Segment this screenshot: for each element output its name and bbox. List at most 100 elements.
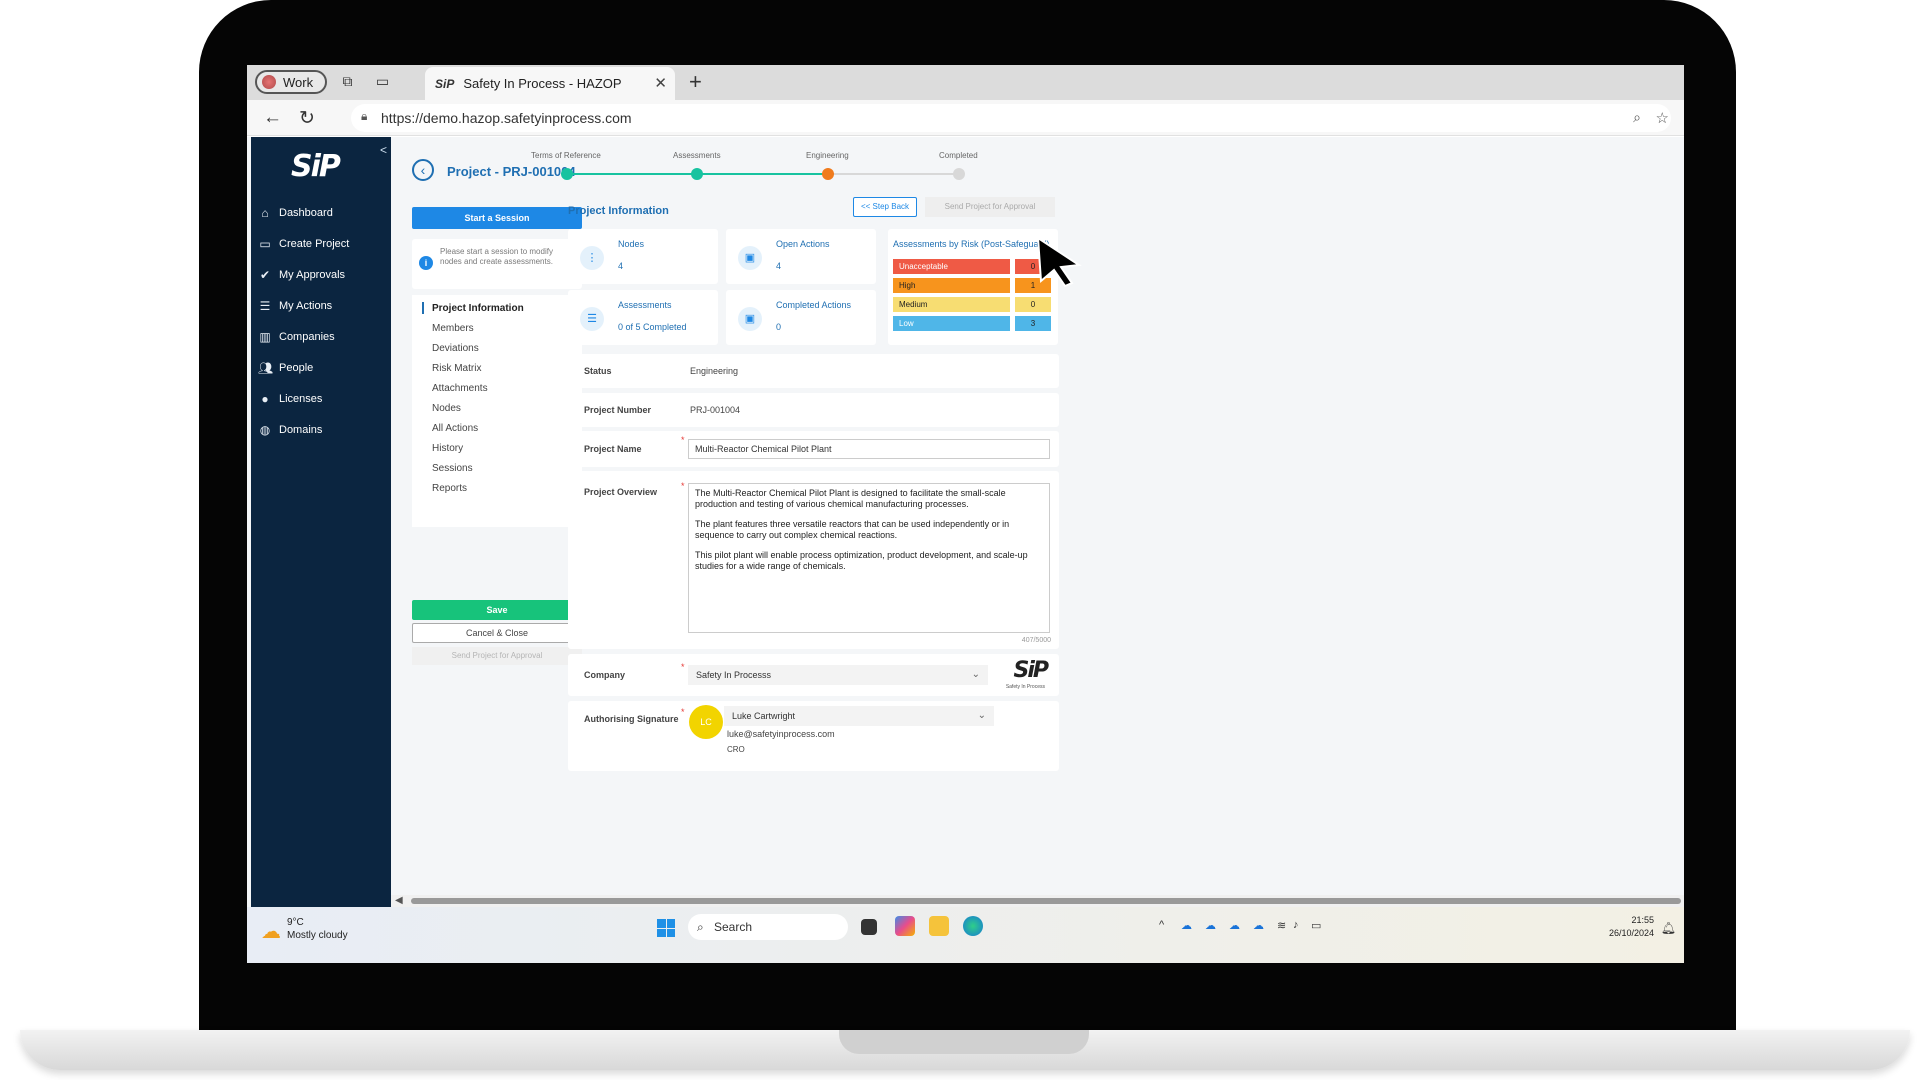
menu-item-members[interactable]: Members xyxy=(432,323,474,334)
scrollbar-thumb[interactable] xyxy=(411,898,1681,904)
sidebar-item-label: People xyxy=(279,361,314,374)
copilot-icon[interactable] xyxy=(895,916,915,936)
menu-item-history[interactable]: History xyxy=(432,443,463,454)
close-tab-icon[interactable]: ✕ xyxy=(654,74,667,92)
weather-cloud-icon[interactable]: ☁ xyxy=(261,919,281,944)
onedrive-icon[interactable]: ☁ xyxy=(1181,919,1192,932)
status-value: Engineering xyxy=(690,366,739,376)
back-circle-icon[interactable]: ‹ xyxy=(412,159,434,181)
signer-name: Luke Cartwright xyxy=(732,711,796,721)
clock-time[interactable]: 21:55 xyxy=(1631,915,1654,925)
company-value: Safety In Processs xyxy=(696,670,772,680)
license-icon: ● xyxy=(261,391,269,406)
back-arrow-icon[interactable]: ← xyxy=(263,107,282,129)
zoom-icon[interactable]: ⌕ xyxy=(1633,109,1641,126)
overview-paragraph: The Multi-Reactor Chemical Pilot Plant i… xyxy=(695,488,1006,509)
menu-item-reports[interactable]: Reports xyxy=(432,483,467,494)
field-label: Status xyxy=(584,366,612,376)
sidebar-item-dashboard[interactable]: ⌂ Dashboard xyxy=(251,197,391,228)
laptop-notch xyxy=(839,1030,1089,1054)
send-approval-button[interactable]: Send Project for Approval xyxy=(925,197,1055,217)
authorising-signature-row: Authorising Signature * LC Luke Cartwrig… xyxy=(568,701,1059,771)
favorite-star-icon[interactable]: ☆ xyxy=(1656,109,1669,127)
profile-button[interactable]: Work xyxy=(255,70,327,94)
weather-description: Mostly cloudy xyxy=(287,930,348,941)
taskbar-search[interactable]: ⌕ Search xyxy=(688,914,848,940)
menu-item-attachments[interactable]: Attachments xyxy=(432,383,488,394)
app-logo: SiP xyxy=(291,149,341,184)
screen: Work ⧉ ▭ SiP Safety In Process - HAZOP ✕… xyxy=(247,65,1684,963)
step-line-pending xyxy=(828,173,959,175)
character-counter: 407/5000 xyxy=(1021,637,1051,644)
project-name-input[interactable]: Multi-Reactor Chemical Pilot Plant xyxy=(688,439,1050,459)
scroll-left-icon[interactable]: ◀ xyxy=(395,895,403,906)
wifi-icon[interactable]: ≋ xyxy=(1277,919,1286,932)
menu-item-project-information[interactable]: Project Information xyxy=(432,303,524,314)
sidebar-item-my-actions[interactable]: ☰ My Actions xyxy=(251,290,391,321)
refresh-icon[interactable]: ↻ xyxy=(299,107,315,130)
menu-item-nodes[interactable]: Nodes xyxy=(432,403,461,414)
onedrive-icon[interactable]: ☁ xyxy=(1253,919,1264,932)
sidebar-item-domains[interactable]: ◍ Domains xyxy=(251,414,391,445)
menu-item-all-actions[interactable]: All Actions xyxy=(432,423,478,434)
tab-actions-icon[interactable]: ▭ xyxy=(374,73,391,90)
task-view-icon[interactable] xyxy=(861,919,877,935)
sidebar-item-create-project[interactable]: ▭ Create Project xyxy=(251,228,391,259)
url-field[interactable]: 🔒︎ https://demo.hazop.safetyinprocess.co… xyxy=(351,104,1671,132)
menu-item-sessions[interactable]: Sessions xyxy=(432,463,473,474)
tab-favicon-icon: SiP xyxy=(435,76,455,91)
show-hidden-icons-icon[interactable]: ^ xyxy=(1159,919,1164,931)
send-approval-button-disabled[interactable]: Send Project for Approval xyxy=(412,647,582,665)
tab-title: Safety In Process - HAZOP xyxy=(463,76,622,91)
edge-browser-icon[interactable] xyxy=(963,916,983,936)
project-overview-textarea[interactable]: The Multi-Reactor Chemical Pilot Plant i… xyxy=(688,483,1050,633)
company-select[interactable]: Safety In Processs ⌄ xyxy=(688,665,988,685)
sidebar-item-my-approvals[interactable]: ✔ My Approvals xyxy=(251,259,391,290)
workspaces-icon[interactable]: ⧉ xyxy=(339,73,356,90)
collapse-sidebar-icon[interactable]: < xyxy=(380,143,387,157)
step-dot-terms xyxy=(561,168,573,180)
overview-paragraph: This pilot plant will enable process opt… xyxy=(695,550,1028,571)
save-button[interactable]: Save xyxy=(412,600,582,620)
sidebar-item-licenses[interactable]: ● Licenses xyxy=(251,383,391,414)
project-number-value: PRJ-001004 xyxy=(690,405,741,415)
file-explorer-icon[interactable] xyxy=(929,916,949,936)
menu-item-deviations[interactable]: Deviations xyxy=(432,343,479,354)
cancel-close-button[interactable]: Cancel & Close xyxy=(412,623,582,643)
new-tab-button[interactable]: + xyxy=(689,69,702,95)
horizontal-scrollbar[interactable]: ◀ xyxy=(391,895,1684,907)
sidebar-item-people[interactable]: 👥︎ People xyxy=(251,352,391,383)
sidebar-item-label: Companies xyxy=(279,330,335,343)
step-label: Completed xyxy=(939,151,978,160)
info-box: i Please start a session to modify nodes… xyxy=(412,239,582,289)
step-label: Assessments xyxy=(673,151,721,160)
step-label: Terms of Reference xyxy=(531,151,601,160)
required-mark: * xyxy=(681,481,685,491)
clock-date[interactable]: 26/10/2024 xyxy=(1609,928,1654,938)
onedrive-icon[interactable]: ☁ xyxy=(1205,919,1216,932)
required-mark: * xyxy=(681,435,685,445)
notification-bell-icon[interactable]: 🔔︎ xyxy=(1661,921,1676,935)
step-back-button[interactable]: << Step Back xyxy=(853,197,917,217)
active-indicator xyxy=(422,302,424,314)
weather-temperature: 9°C xyxy=(287,917,304,928)
status-row: Status Engineering xyxy=(568,354,1059,388)
tab-active[interactable]: SiP Safety In Process - HAZOP ✕ xyxy=(425,67,675,100)
list-icon: ☰ xyxy=(259,298,271,313)
stat-value: 0 of 5 Completed xyxy=(618,322,687,332)
sidebar-item-label: My Approvals xyxy=(279,268,346,281)
menu-item-risk-matrix[interactable]: Risk Matrix xyxy=(432,363,481,374)
building-icon: ▥ xyxy=(259,329,271,344)
field-label: Project Name xyxy=(584,444,642,454)
sidebar-item-label: Dashboard xyxy=(279,206,333,219)
start-session-button[interactable]: Start a Session xyxy=(412,207,582,229)
sidebar-item-companies[interactable]: ▥ Companies xyxy=(251,321,391,352)
battery-icon[interactable]: ▭ xyxy=(1311,919,1321,932)
volume-icon[interactable]: ♪ xyxy=(1293,919,1299,931)
onedrive-icon[interactable]: ☁ xyxy=(1229,919,1240,932)
stat-value: 4 xyxy=(618,261,624,271)
signer-select[interactable]: Luke Cartwright ⌄ xyxy=(724,706,994,726)
app: < SiP ⌂ Dashboard ▭ Create Project ✔ My App… xyxy=(247,137,1684,907)
avatar: LC xyxy=(689,705,723,739)
windows-start-icon[interactable] xyxy=(657,919,675,937)
